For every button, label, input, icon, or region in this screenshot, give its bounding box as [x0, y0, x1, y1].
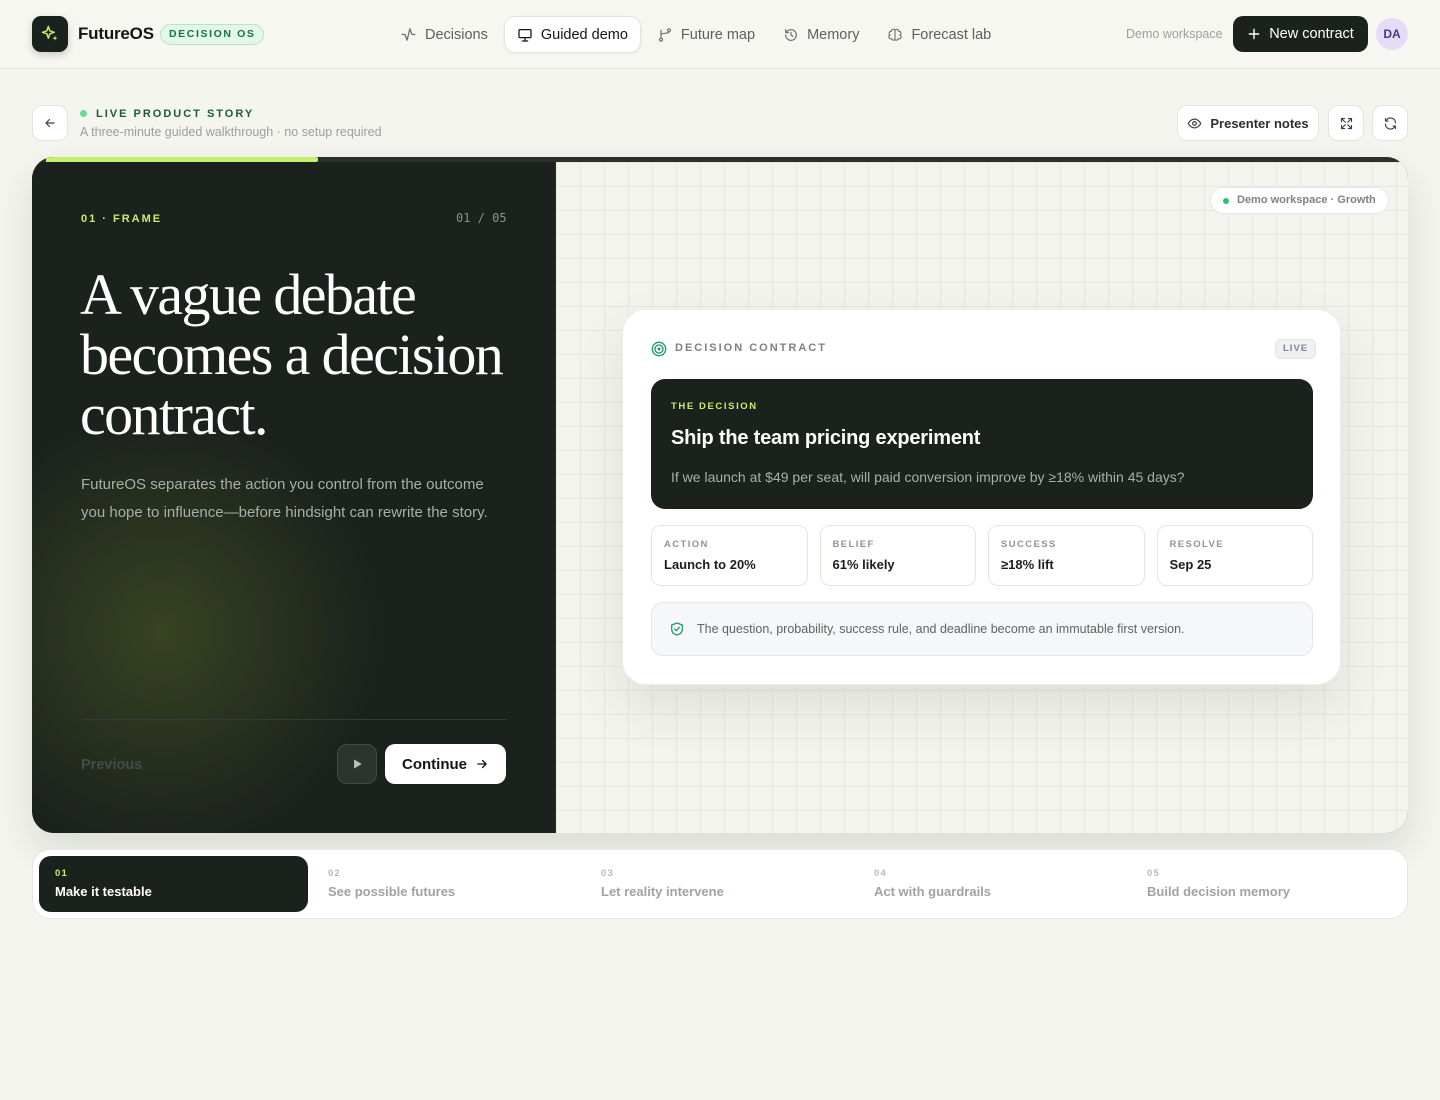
card-title: DECISION CONTRACT: [675, 342, 827, 354]
shield-check-icon: [671, 622, 683, 636]
metric-label: ACTION: [664, 539, 709, 550]
brain-icon: [888, 28, 903, 41]
step-number: 04: [874, 868, 887, 879]
slide-headline: A vague debate becomes a decision contra…: [80, 262, 504, 447]
live-badge: LIVE: [1275, 339, 1317, 359]
nav-label: Memory: [807, 26, 860, 43]
story-subtitle: A three-minute guided walkthrough · no s…: [80, 125, 382, 139]
continue-button[interactable]: Continue: [385, 744, 506, 784]
play-icon: [354, 759, 362, 769]
step-let-reality-intervene[interactable]: 03 Let reality intervene: [585, 856, 854, 912]
nav-label: Future map: [680, 26, 756, 43]
user-avatar[interactable]: DA: [1376, 18, 1408, 50]
story-title: LIVE PRODUCT STORY: [96, 108, 255, 120]
nav-decisions[interactable]: Decisions: [388, 16, 500, 53]
step-make-it-testable[interactable]: 01 Make it testable: [39, 856, 308, 912]
workspace-pill: Demo workspace · Growth: [1210, 187, 1389, 214]
back-button[interactable]: [32, 105, 68, 141]
step-number: 05: [1147, 868, 1160, 879]
sparkles-icon: [41, 25, 58, 41]
decision-contract-card: DECISION CONTRACT LIVE THE DECISION Ship…: [622, 309, 1341, 685]
futureos-logo[interactable]: [32, 16, 68, 52]
product-badge: DECISION OS: [160, 24, 265, 45]
activity-icon: [401, 28, 416, 41]
nav-label: Guided demo: [540, 26, 628, 43]
presenter-notes-label: Presenter notes: [1210, 115, 1309, 131]
decision-question: If we launch at $49 per seat, will paid …: [671, 469, 1185, 485]
metric-action: ACTION Launch to 20%: [651, 525, 808, 586]
fullscreen-button[interactable]: [1328, 105, 1364, 141]
nav-future-map[interactable]: Future map: [645, 16, 767, 53]
nav-memory[interactable]: Memory: [771, 16, 871, 53]
decision-title: Ship the team pricing experiment: [671, 427, 981, 449]
new-contract-label: New contract: [1269, 26, 1354, 42]
step-see-possible-futures[interactable]: 02 See possible futures: [312, 856, 581, 912]
step-number: 01: [55, 868, 68, 879]
metric-success: SUCCESS ≥18% lift: [988, 525, 1145, 586]
branch-icon: [658, 27, 671, 42]
plus-icon: [1248, 28, 1260, 40]
note-text: The question, probability, success rule,…: [697, 622, 1185, 636]
metric-belief: BELIEF 61% likely: [819, 525, 976, 586]
immutability-note: The question, probability, success rule,…: [651, 602, 1313, 656]
eye-icon: [1187, 118, 1202, 128]
restart-button[interactable]: [1372, 105, 1408, 141]
presentation-icon: [518, 28, 532, 42]
arrow-right-icon: [477, 759, 487, 769]
step-label: Build decision memory: [1147, 884, 1291, 899]
step-label: Act with guardrails: [874, 884, 992, 899]
decision-tag: THE DECISION: [671, 401, 758, 412]
divider: [81, 719, 506, 720]
main-nav: Decisions Guided demo Future map Memory …: [388, 16, 1003, 53]
metric-label: RESOLVE: [1169, 539, 1224, 550]
previous-button[interactable]: Previous: [81, 757, 142, 773]
metric-value: 61% likely: [832, 557, 895, 572]
metric-value: Sep 25: [1169, 557, 1212, 572]
preview-panel: Demo workspace · Growth DECISION CONTRAC…: [555, 162, 1408, 833]
metric-label: SUCCESS: [1001, 539, 1057, 550]
target-icon: [651, 341, 667, 357]
nav-forecast-lab[interactable]: Forecast lab: [875, 16, 1003, 53]
autoplay-button[interactable]: [337, 744, 377, 784]
history-icon: [785, 28, 797, 41]
story-steps: 01 Make it testable 02 See possible futu…: [32, 849, 1408, 919]
top-bar: FutureOS DECISION OS Decisions Guided de…: [0, 0, 1440, 69]
step-number: 02: [328, 868, 341, 879]
presenter-notes-button[interactable]: Presenter notes: [1177, 105, 1319, 141]
nav-label: Decisions: [425, 26, 488, 43]
step-tag: 01 · FRAME: [81, 213, 163, 225]
status-dot: [1223, 198, 1229, 204]
demo-stage: 01 · FRAME 01 / 05 A vague debate become…: [32, 157, 1408, 833]
step-label: Let reality intervene: [601, 884, 724, 899]
step-label: Make it testable: [55, 884, 152, 899]
continue-label: Continue: [402, 755, 467, 773]
step-counter: 01 / 05: [456, 211, 507, 225]
metric-label: BELIEF: [832, 539, 875, 550]
workspace-label[interactable]: Demo workspace: [1126, 27, 1223, 41]
metric-value: Launch to 20%: [664, 557, 756, 572]
decision-block: THE DECISION Ship the team pricing exper…: [651, 379, 1313, 509]
step-act-with-guardrails[interactable]: 04 Act with guardrails: [858, 856, 1127, 912]
new-contract-button[interactable]: New contract: [1233, 16, 1368, 52]
nav-guided-demo[interactable]: Guided demo: [503, 16, 641, 53]
narrative-panel: 01 · FRAME 01 / 05 A vague debate become…: [32, 162, 555, 833]
step-label: See possible futures: [328, 884, 456, 899]
step-build-decision-memory[interactable]: 05 Build decision memory: [1131, 856, 1400, 912]
slide-description: FutureOS separates the action you contro…: [81, 476, 488, 521]
expand-icon: [1340, 117, 1352, 129]
step-number: 03: [601, 868, 614, 879]
refresh-icon: [1384, 116, 1396, 130]
nav-label: Forecast lab: [911, 26, 992, 43]
contract-metrics: ACTION Launch to 20% BELIEF 61% likely S…: [651, 525, 1313, 586]
workspace-pill-label: Demo workspace · Growth: [1237, 194, 1376, 206]
arrow-left-icon: [45, 118, 55, 128]
metric-value: ≥18% lift: [1001, 557, 1054, 572]
brand-name: FutureOS: [78, 24, 154, 43]
live-indicator-dot: [80, 110, 87, 117]
metric-resolve: RESOLVE Sep 25: [1156, 525, 1313, 586]
